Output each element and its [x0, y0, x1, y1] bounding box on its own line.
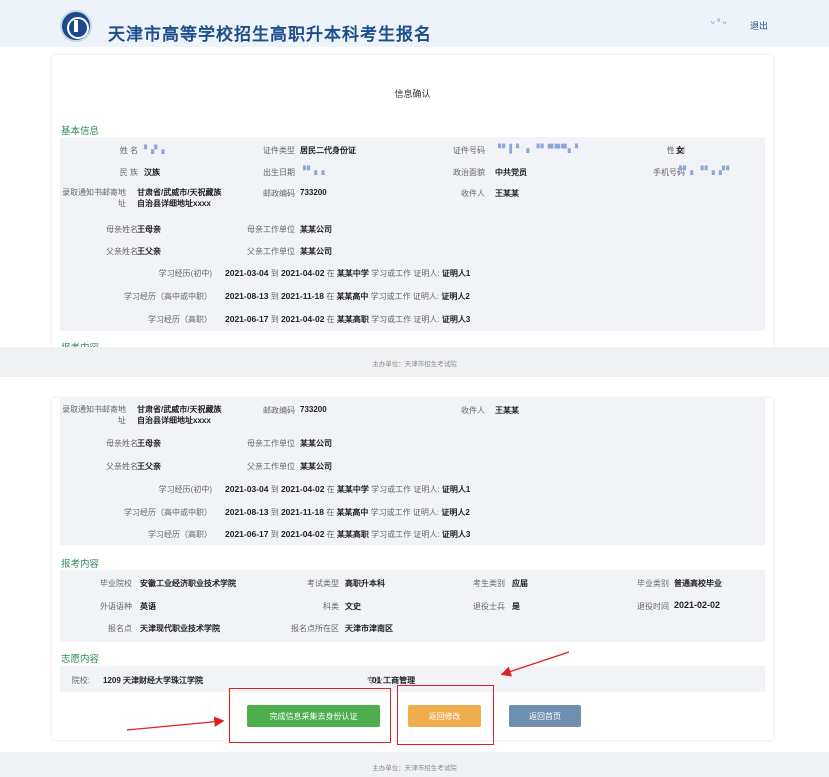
- arrow-to-complete-button: [126, 716, 225, 731]
- footer-bottom: 主办单位：天津市招生考试院: [0, 752, 829, 777]
- arrow-to-back-edit-button: [500, 651, 570, 677]
- footer-text: 主办单位：天津市招生考试院: [372, 765, 457, 772]
- annotation-arrows: [126, 651, 570, 731]
